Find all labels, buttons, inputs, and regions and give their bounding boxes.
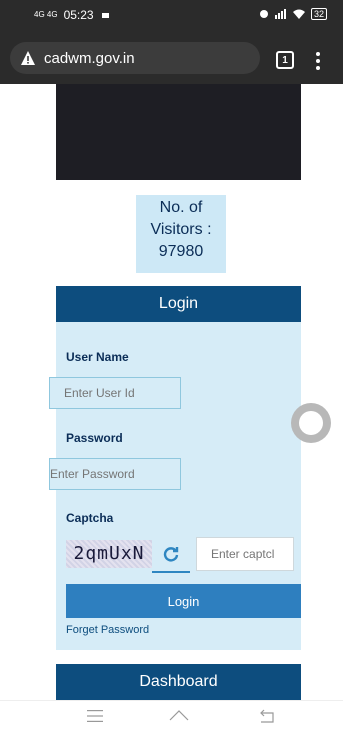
dashboard-header[interactable]: Dashboard <box>56 664 301 700</box>
navigation-bar <box>0 700 343 731</box>
status-left: 4G 4G 05:23 <box>34 8 109 22</box>
visitor-count: 97980 <box>158 243 204 260</box>
status-bar: 4G 4G 05:23 32 <box>0 0 343 30</box>
browser-toolbar: cadwm.gov.in 1 <box>0 30 343 84</box>
address-bar[interactable]: cadwm.gov.in <box>10 42 260 74</box>
url-text[interactable]: cadwm.gov.in <box>44 50 135 67</box>
header-banner <box>56 84 301 180</box>
wifi-icon <box>292 9 305 19</box>
captcha-input[interactable] <box>196 537 294 571</box>
login-title: Login <box>56 286 301 322</box>
forgot-password-link[interactable]: Forget Password <box>66 624 149 636</box>
captcha-refresh-button[interactable] <box>152 537 190 573</box>
signal-icon <box>274 9 286 19</box>
status-right: 32 <box>259 8 327 20</box>
floating-assist-button[interactable] <box>291 403 331 443</box>
password-input[interactable] <box>49 458 181 490</box>
notification-icon <box>101 12 109 18</box>
captcha-image: 2qmUxN <box>66 540 152 568</box>
tab-switcher-button[interactable]: 1 <box>276 51 294 69</box>
menu-icon[interactable] <box>86 708 104 724</box>
alarm-icon <box>259 10 268 18</box>
browser-menu-icon[interactable] <box>315 52 321 70</box>
status-time: 05:23 <box>63 8 94 22</box>
visitor-label-line2: Visitors : <box>150 221 212 238</box>
visitor-label-line1: No. of <box>159 199 203 216</box>
battery-icon: 32 <box>310 8 327 20</box>
signal-indicator: 4G 4G <box>34 10 58 19</box>
back-icon[interactable] <box>258 708 276 724</box>
visitor-counter: No. of Visitors : 97980 <box>136 195 226 273</box>
captcha-label: Captcha <box>66 511 114 525</box>
password-label: Password <box>66 431 123 445</box>
warning-icon[interactable] <box>20 50 36 66</box>
username-input[interactable] <box>49 377 181 409</box>
home-icon[interactable] <box>168 708 190 724</box>
login-button[interactable]: Login <box>66 584 301 618</box>
username-label: User Name <box>66 350 129 364</box>
refresh-icon <box>163 547 179 562</box>
